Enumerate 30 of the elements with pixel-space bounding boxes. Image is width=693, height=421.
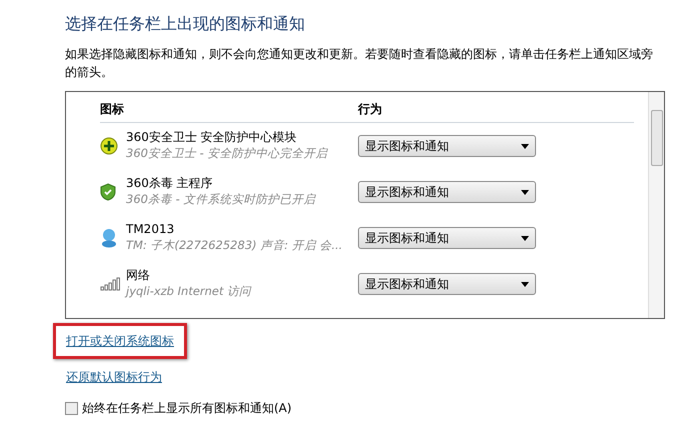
scrollbar-thumb[interactable] [650, 110, 662, 166]
app-name: 360杀毒 主程序 [126, 176, 214, 192]
shield-check-icon [100, 183, 116, 202]
caret-icon [521, 190, 529, 195]
behavior-dropdown[interactable]: 显示图标和通知 [358, 181, 536, 204]
app-status: 360杀毒 - 文件系统实时防护已开启 [126, 191, 316, 208]
caret-icon [521, 282, 529, 287]
behavior-dropdown[interactable]: 显示图标和通知 [358, 135, 536, 158]
settings-link[interactable]: 还原默认图标行为 [53, 359, 175, 396]
checkbox[interactable] [65, 402, 78, 415]
person-icon [100, 228, 118, 248]
column-header: 行为 [358, 101, 382, 118]
behavior-dropdown[interactable]: 显示图标和通知 [358, 227, 536, 250]
caret-icon [521, 144, 529, 149]
app-name: 网络 [126, 268, 151, 284]
behavior-dropdown[interactable]: 显示图标和通知 [358, 273, 536, 296]
caret-icon [521, 236, 529, 241]
app-status: 360安全卫士 - 安全防护中心完全开启 [126, 145, 328, 162]
page-title: 选择在任务栏上出现的图标和通知 [65, 14, 306, 34]
signal-bars-icon [100, 277, 120, 292]
app-status: TM: 子木(2272625283) 声音: 开启 会... [126, 237, 342, 254]
app-name: TM2013 [126, 222, 176, 238]
settings-link[interactable]: 打开或关闭系统图标 [53, 323, 187, 360]
plus-badge-icon [100, 137, 118, 156]
app-status: jyqli-xzb Internet 访问 [126, 283, 252, 300]
checkbox-label: 始终在任务栏上显示所有图标和通知(A) [82, 400, 292, 418]
column-header: 图标 [100, 101, 125, 118]
description-text: 如果选择隐藏图标和通知，则不会向您通知更改和更新。若要随时查看隐藏的图标，请单击任务栏上通知区域旁的箭头。 [65, 46, 654, 82]
app-name: 360安全卫士 安全防护中心模块 [126, 130, 298, 146]
scrollbar[interactable] [648, 92, 664, 318]
